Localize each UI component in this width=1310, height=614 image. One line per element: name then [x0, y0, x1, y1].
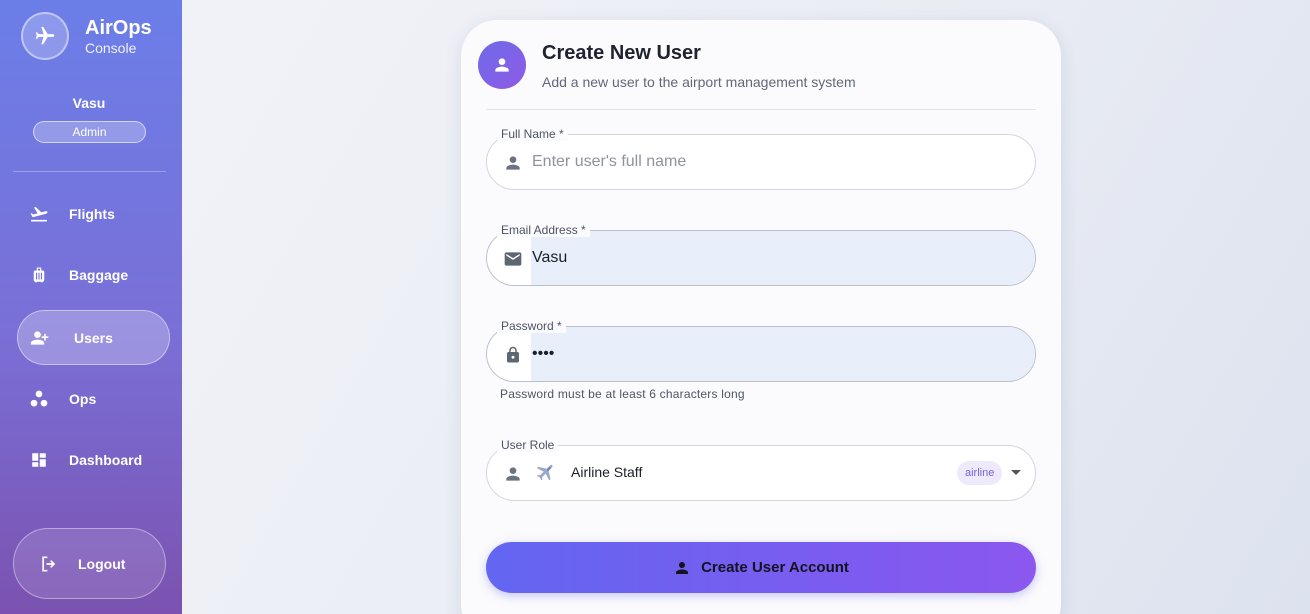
full-name-field: Full Name * — [486, 127, 1036, 190]
password-field: Password * — [486, 319, 1036, 382]
sidebar-item-label: Baggage — [69, 266, 129, 283]
sidebar-item-label: Ops — [69, 390, 97, 407]
password-label: Password * — [497, 319, 566, 333]
lock-icon — [502, 344, 524, 366]
create-user-button-label: Create User Account — [701, 559, 849, 576]
page-title: Create New User — [542, 42, 701, 64]
page-subtitle: Add a new user to the airport management… — [542, 74, 856, 90]
mail-icon — [502, 248, 524, 270]
password-input[interactable] — [532, 327, 1022, 381]
airplane-icon — [535, 461, 559, 485]
sidebar-item-label: Dashboard — [69, 451, 143, 468]
email-label: Email Address * — [497, 223, 590, 237]
sidebar: AirOps Console Vasu Admin Flights Baggag… — [0, 0, 182, 614]
flight-takeoff-icon — [17, 204, 61, 224]
logout-button[interactable]: Logout — [13, 528, 166, 599]
user-role-value: Airline Staff — [571, 464, 643, 480]
full-name-input[interactable] — [532, 135, 1022, 189]
brand: AirOps Console — [21, 12, 152, 60]
luggage-icon — [17, 265, 61, 285]
password-helper-text: Password must be at least 6 characters l… — [500, 387, 745, 401]
workspaces-icon — [17, 389, 61, 409]
person-icon — [478, 41, 526, 89]
logout-icon — [36, 554, 62, 574]
sidebar-item-label: Flights — [69, 205, 115, 222]
role-chip: airline — [957, 461, 1003, 485]
person-icon — [502, 152, 524, 174]
sidebar-item-flights[interactable]: Flights — [17, 186, 170, 241]
email-field: Email Address * — [486, 223, 1036, 286]
sidebar-item-dashboard[interactable]: Dashboard — [17, 432, 170, 487]
profile-name: Vasu — [72, 95, 106, 111]
sidebar-item-users[interactable]: Users — [17, 310, 170, 365]
brand-subtitle: Console — [85, 40, 137, 56]
sidebar-item-label: Users — [74, 329, 113, 346]
sidebar-item-baggage[interactable]: Baggage — [17, 247, 170, 302]
role-badge: Admin — [33, 121, 146, 143]
person-icon — [673, 559, 691, 577]
sidebar-item-ops[interactable]: Ops — [17, 371, 170, 426]
airplane-icon — [21, 12, 69, 60]
dashboard-icon — [17, 451, 61, 469]
brand-title: AirOps — [85, 17, 152, 39]
group-add-icon — [18, 328, 62, 348]
user-role-select[interactable]: User Role Airline Staff airline — [486, 438, 1036, 501]
user-role-label: User Role — [497, 438, 559, 452]
create-user-card: Create New User Add a new user to the ai… — [461, 20, 1061, 614]
person-icon — [502, 463, 524, 485]
full-name-label: Full Name * — [497, 127, 568, 141]
chevron-down-icon — [1011, 470, 1021, 475]
email-input[interactable] — [532, 231, 1022, 285]
header-divider — [486, 109, 1036, 110]
create-user-button[interactable]: Create User Account — [486, 542, 1036, 593]
sidebar-divider — [13, 171, 166, 172]
logout-label: Logout — [78, 555, 126, 572]
